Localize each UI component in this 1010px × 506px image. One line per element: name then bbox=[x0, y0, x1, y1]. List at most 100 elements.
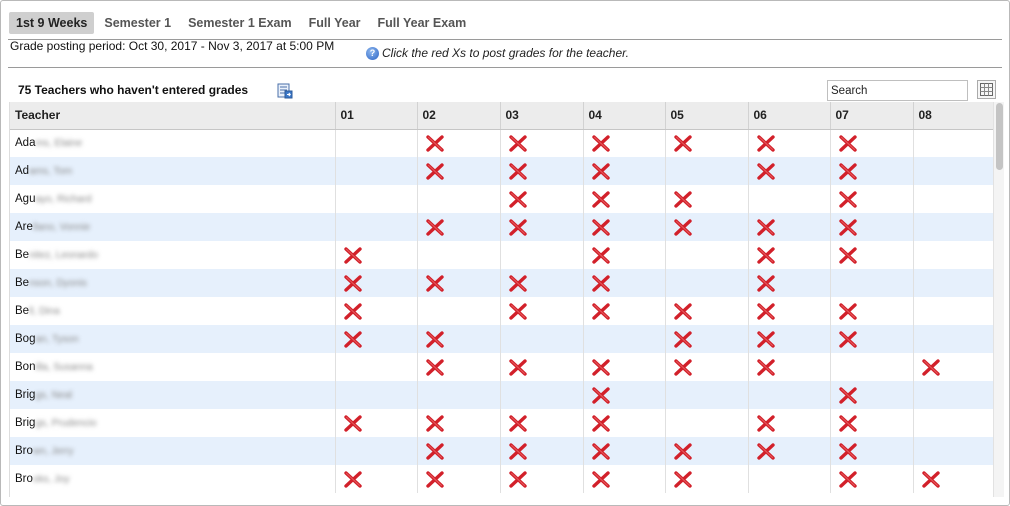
post-grades-x-icon[interactable] bbox=[756, 274, 776, 292]
column-header-period-08[interactable]: 08 bbox=[913, 102, 993, 130]
post-grades-x-icon[interactable] bbox=[591, 386, 611, 404]
post-grades-x-icon[interactable] bbox=[756, 162, 776, 180]
post-grades-x-icon[interactable] bbox=[591, 414, 611, 432]
post-grades-x-icon[interactable] bbox=[838, 162, 858, 180]
column-header-period-02[interactable]: 02 bbox=[417, 102, 501, 130]
post-grades-x-icon[interactable] bbox=[591, 190, 611, 208]
post-grades-x-icon[interactable] bbox=[921, 470, 941, 488]
post-grades-x-icon[interactable] bbox=[673, 330, 693, 348]
column-header-period-03[interactable]: 03 bbox=[500, 102, 584, 130]
post-grades-x-icon[interactable] bbox=[838, 414, 858, 432]
post-grades-x-icon[interactable] bbox=[756, 358, 776, 376]
post-grades-x-icon[interactable] bbox=[508, 162, 528, 180]
post-grades-x-icon[interactable] bbox=[425, 135, 445, 152]
tab-semester-1[interactable]: Semester 1 bbox=[97, 12, 178, 34]
grade-cell-period-04 bbox=[583, 297, 666, 325]
column-header-period-07[interactable]: 07 bbox=[830, 102, 914, 130]
post-grades-x-icon[interactable] bbox=[508, 442, 528, 460]
column-header-period-04[interactable]: 04 bbox=[583, 102, 666, 130]
post-grades-x-icon[interactable] bbox=[425, 162, 445, 180]
post-grades-x-icon[interactable] bbox=[921, 358, 941, 376]
grade-cell-period-07 bbox=[830, 129, 914, 157]
post-grades-x-icon[interactable] bbox=[673, 218, 693, 236]
post-grades-x-icon[interactable] bbox=[591, 470, 611, 488]
column-header-teacher[interactable]: Teacher bbox=[10, 102, 336, 130]
post-grades-x-icon[interactable] bbox=[756, 135, 776, 152]
post-grades-x-icon[interactable] bbox=[756, 246, 776, 264]
post-grades-x-icon[interactable] bbox=[838, 302, 858, 320]
post-grades-x-icon[interactable] bbox=[756, 442, 776, 460]
export-spreadsheet-icon[interactable] bbox=[277, 83, 293, 99]
post-grades-x-icon[interactable] bbox=[673, 302, 693, 320]
post-grades-x-icon[interactable] bbox=[838, 218, 858, 236]
post-grades-x-icon[interactable] bbox=[508, 414, 528, 432]
post-grades-x-icon[interactable] bbox=[591, 135, 611, 152]
post-grades-x-icon[interactable] bbox=[425, 358, 445, 376]
grade-cell-period-08 bbox=[913, 157, 993, 185]
tab-full-year-exam[interactable]: Full Year Exam bbox=[371, 12, 474, 34]
search-input[interactable] bbox=[827, 80, 968, 101]
post-grades-x-icon[interactable] bbox=[425, 330, 445, 348]
grade-cell-period-01 bbox=[335, 325, 418, 353]
post-grades-x-icon[interactable] bbox=[591, 358, 611, 376]
post-grades-x-icon[interactable] bbox=[673, 135, 693, 152]
column-header-period-05[interactable]: 05 bbox=[665, 102, 749, 130]
post-grades-x-icon[interactable] bbox=[673, 190, 693, 208]
post-grades-x-icon[interactable] bbox=[343, 470, 363, 488]
post-grades-x-icon[interactable] bbox=[591, 442, 611, 460]
post-grades-x-icon[interactable] bbox=[508, 358, 528, 376]
column-chooser-button[interactable] bbox=[977, 80, 996, 99]
post-grades-x-icon[interactable] bbox=[591, 274, 611, 292]
teacher-name-visible: Are bbox=[15, 221, 33, 233]
tab-full-year[interactable]: Full Year bbox=[302, 12, 368, 34]
post-grades-x-icon[interactable] bbox=[756, 414, 776, 432]
post-grades-x-icon[interactable] bbox=[425, 414, 445, 432]
grade-cell-period-04 bbox=[583, 381, 666, 409]
post-grades-x-icon[interactable] bbox=[838, 330, 858, 348]
post-grades-x-icon[interactable] bbox=[756, 302, 776, 320]
post-grades-x-icon[interactable] bbox=[673, 470, 693, 488]
post-grades-x-icon[interactable] bbox=[756, 330, 776, 348]
scrollbar-thumb[interactable] bbox=[996, 103, 1003, 170]
post-grades-x-icon[interactable] bbox=[508, 218, 528, 236]
post-grades-x-icon[interactable] bbox=[425, 218, 445, 236]
post-grades-x-icon[interactable] bbox=[508, 190, 528, 208]
post-grades-x-icon[interactable] bbox=[838, 386, 858, 404]
post-grades-x-icon[interactable] bbox=[756, 218, 776, 236]
post-grades-x-icon[interactable] bbox=[838, 190, 858, 208]
post-grades-x-icon[interactable] bbox=[508, 274, 528, 292]
grade-cell-period-08 bbox=[913, 381, 993, 409]
post-grades-x-icon[interactable] bbox=[343, 246, 363, 264]
tab-semester-1-exam[interactable]: Semester 1 Exam bbox=[181, 12, 299, 34]
post-grades-x-icon[interactable] bbox=[508, 135, 528, 152]
column-header-period-06[interactable]: 06 bbox=[748, 102, 831, 130]
post-grades-x-icon[interactable] bbox=[343, 330, 363, 348]
post-grades-x-icon[interactable] bbox=[425, 274, 445, 292]
post-grades-x-icon[interactable] bbox=[508, 470, 528, 488]
post-grades-x-icon[interactable] bbox=[343, 274, 363, 292]
vertical-scrollbar[interactable] bbox=[993, 102, 1004, 497]
post-grades-x-icon[interactable] bbox=[508, 302, 528, 320]
post-grades-x-icon[interactable] bbox=[838, 135, 858, 152]
post-grades-x-icon[interactable] bbox=[673, 442, 693, 460]
post-grades-x-icon[interactable] bbox=[673, 358, 693, 376]
grade-cell-period-07 bbox=[830, 241, 914, 269]
table-row: Bell, Dina bbox=[10, 297, 993, 325]
post-grades-x-icon[interactable] bbox=[343, 414, 363, 432]
grade-cell-period-03 bbox=[500, 325, 584, 353]
tab-1st-9-weeks[interactable]: 1st 9 Weeks bbox=[9, 12, 95, 34]
grade-cell-period-06 bbox=[748, 409, 831, 437]
teacher-name-visible: Ad bbox=[15, 165, 30, 177]
post-grades-x-icon[interactable] bbox=[343, 302, 363, 320]
post-grades-x-icon[interactable] bbox=[591, 218, 611, 236]
post-grades-x-icon[interactable] bbox=[425, 470, 445, 488]
post-grades-x-icon[interactable] bbox=[425, 442, 445, 460]
post-grades-x-icon[interactable] bbox=[838, 246, 858, 264]
post-grades-x-icon[interactable] bbox=[838, 442, 858, 460]
post-grades-x-icon[interactable] bbox=[591, 246, 611, 264]
post-grades-x-icon[interactable] bbox=[838, 470, 858, 488]
post-grades-x-icon[interactable] bbox=[591, 162, 611, 180]
grade-cell-period-03 bbox=[500, 129, 584, 157]
column-header-period-01[interactable]: 01 bbox=[335, 102, 418, 130]
post-grades-x-icon[interactable] bbox=[591, 302, 611, 320]
